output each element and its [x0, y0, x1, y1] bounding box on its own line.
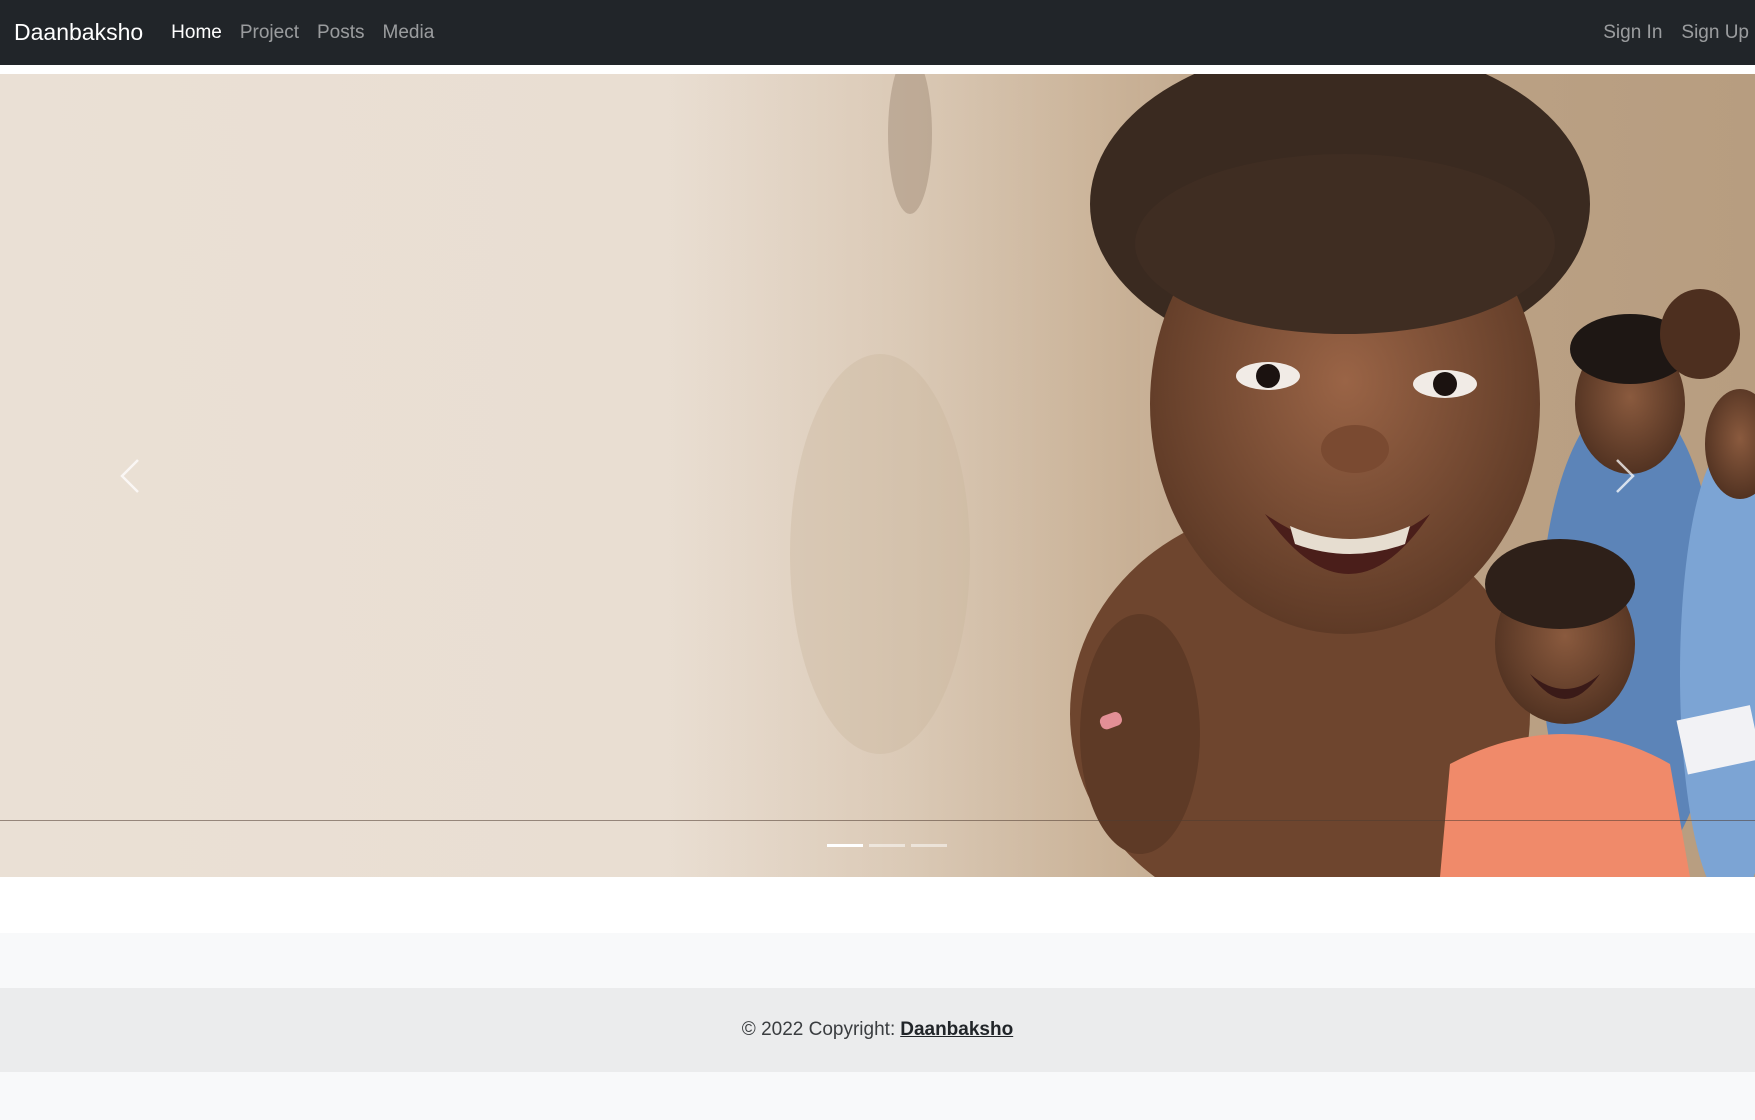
footer-brand-link[interactable]: Daanbaksho [900, 1019, 1013, 1041]
spacer-section [0, 877, 1755, 933]
hero-carousel [0, 74, 1755, 877]
carousel-indicators [827, 844, 947, 847]
top-navbar: Daanbaksho Home Project Posts Media Sign… [0, 0, 1755, 65]
bottom-band [0, 1072, 1755, 1120]
carousel-prev-button[interactable] [40, 74, 220, 877]
carousel-indicator-2[interactable] [869, 844, 905, 847]
chevron-right-icon [1616, 458, 1635, 493]
nav-link-home[interactable]: Home [171, 22, 222, 44]
nav-link-posts[interactable]: Posts [317, 22, 365, 44]
footer-copyright: © 2022 Copyright: [741, 1019, 896, 1040]
nav-link-media[interactable]: Media [383, 22, 435, 44]
sign-in-link[interactable]: Sign In [1603, 22, 1662, 44]
carousel-divider-line [0, 820, 1755, 821]
carousel-indicator-3[interactable] [911, 844, 947, 847]
auth-links: Sign In Sign Up [1584, 0, 1755, 65]
brand-logo[interactable]: Daanbaksho [14, 19, 143, 46]
children-photo [640, 74, 1755, 877]
nav-link-project[interactable]: Project [240, 22, 299, 44]
carousel-slide-image [0, 74, 1755, 877]
carousel-next-button[interactable] [1535, 74, 1715, 877]
content-band [0, 933, 1755, 988]
sign-up-link[interactable]: Sign Up [1681, 22, 1749, 44]
carousel-indicator-1[interactable] [827, 844, 863, 847]
page-footer: © 2022 Copyright: Daanbaksho [0, 988, 1755, 1072]
chevron-left-icon [120, 458, 139, 493]
